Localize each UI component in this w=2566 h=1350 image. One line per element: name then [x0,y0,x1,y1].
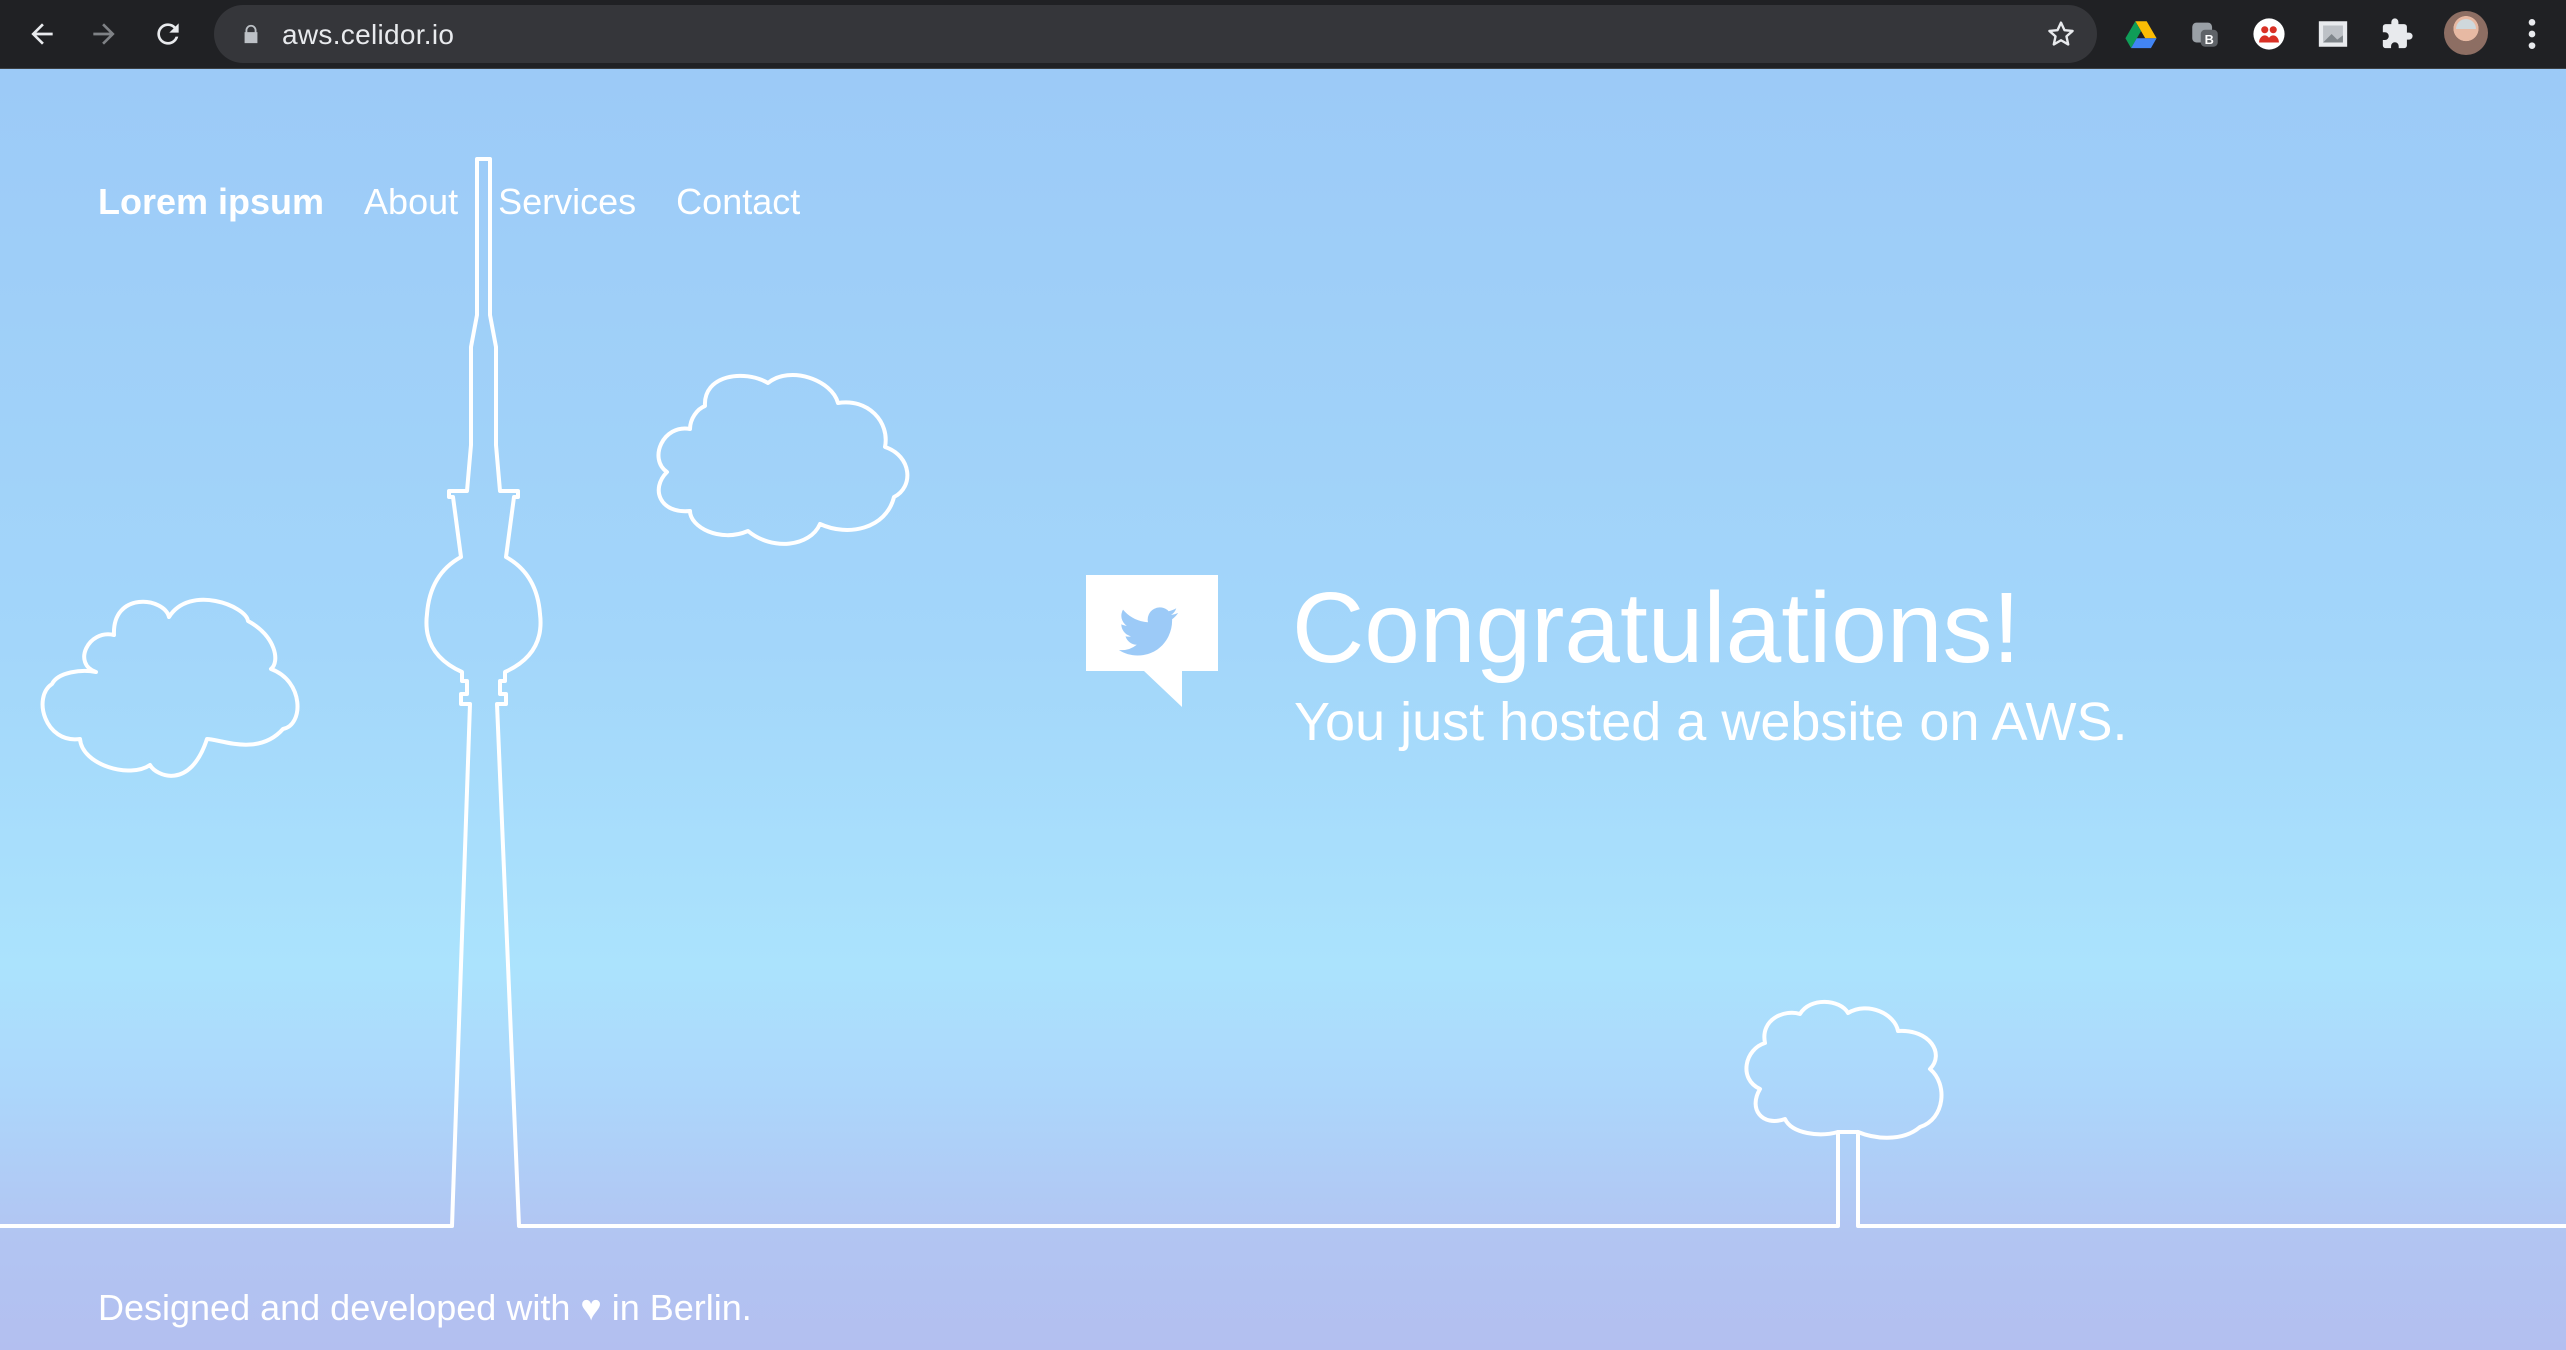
reload-icon[interactable] [148,14,188,54]
nav-link-contact[interactable]: Contact [676,181,800,223]
cloud-middle [656,373,910,546]
extension-b-icon[interactable]: B [2186,15,2224,53]
cloud-left [40,597,300,778]
star-icon[interactable] [2045,18,2077,50]
brand-link[interactable]: Lorem ipsum [98,181,324,223]
more-vert-icon[interactable] [2512,14,2552,54]
puzzle-icon[interactable] [2378,15,2416,53]
forward-arrow-icon[interactable] [84,14,124,54]
extension-screenshot-icon[interactable] [2314,15,2352,53]
main-navigation: Lorem ipsum About Services Contact [98,181,840,223]
svg-text:B: B [2205,32,2214,47]
line-art-scene [0,157,2566,1228]
nav-link-about[interactable]: About [364,181,458,223]
ground-line [0,157,2566,1228]
lock-icon[interactable] [240,23,262,45]
url-text[interactable]: aws.celidor.io [282,19,454,51]
hero-subtitle: You just hosted a website on AWS. [1294,692,2128,752]
extension-people-icon[interactable] [2250,15,2288,53]
footer-text: Designed and developed with ♥ in Berlin. [98,1287,752,1328]
back-arrow-icon[interactable] [22,14,62,54]
twitter-speech-bubble-icon [1086,575,1218,707]
hero-title: Congratulations! [1292,572,2021,684]
nav-link-services[interactable]: Services [498,181,636,223]
avatar[interactable] [2444,11,2488,55]
tree-crown [1744,999,1944,1140]
web-page: Lorem ipsum About Services Contact Congr… [0,69,2566,1350]
browser-toolbar: aws.celidor.io B [0,0,2566,69]
address-bar[interactable]: aws.celidor.io [214,5,2097,63]
google-drive-icon[interactable] [2122,15,2160,53]
